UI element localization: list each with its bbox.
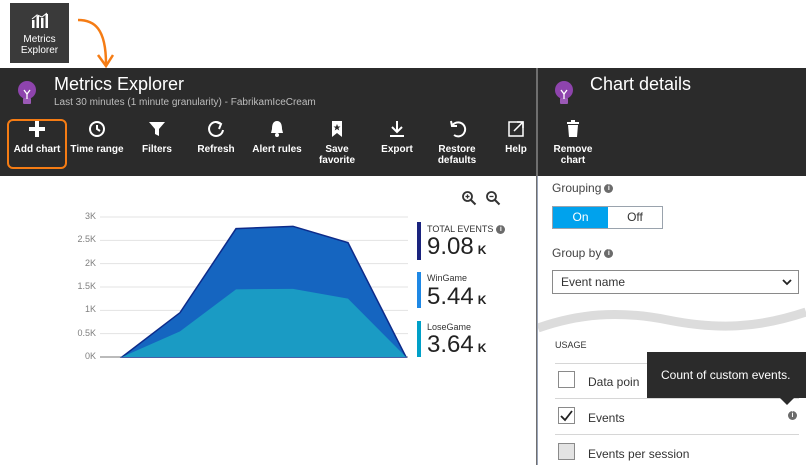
grouping-off-option[interactable]: Off [608, 207, 662, 228]
legend-value-wingame: 5.44 K [427, 283, 487, 310]
grouping-label: Grouping i [552, 181, 614, 195]
group-by-select[interactable]: Event name [552, 270, 799, 294]
row-divider [555, 398, 799, 399]
grouping-on-option[interactable]: On [553, 207, 608, 228]
legend-swatch-losegame [417, 321, 421, 357]
data-points-checkbox[interactable] [558, 371, 575, 388]
events-checkbox[interactable] [558, 407, 575, 424]
tooltip-arrow [780, 398, 794, 405]
info-icon[interactable]: i [788, 411, 797, 420]
grouping-toggle[interactable]: On Off [552, 206, 663, 229]
legend-swatch-wingame [417, 272, 421, 308]
row-divider [555, 434, 799, 435]
group-by-label: Group by i [552, 246, 614, 260]
legend-name-wingame: WinGame [427, 273, 468, 283]
legend-value-losegame: 3.64 K [427, 331, 487, 358]
group-by-value: Event name [561, 275, 626, 289]
events-per-session-label: Events per session [588, 447, 690, 461]
checkmark-icon [560, 410, 573, 422]
events-per-session-checkbox[interactable] [558, 443, 575, 460]
info-icon[interactable]: i [604, 249, 614, 259]
data-points-label: Data poin [588, 375, 640, 389]
info-icon[interactable]: i [604, 184, 614, 194]
chevron-down-icon [782, 279, 792, 286]
tooltip: Count of custom events. [647, 352, 806, 398]
wave-divider [538, 307, 806, 333]
info-icon[interactable]: i [496, 225, 506, 235]
events-label: Events [588, 411, 625, 425]
legend-swatch-total [417, 222, 421, 260]
legend-value-total: 9.08 K [427, 233, 487, 260]
usage-header: USAGE [555, 340, 587, 350]
